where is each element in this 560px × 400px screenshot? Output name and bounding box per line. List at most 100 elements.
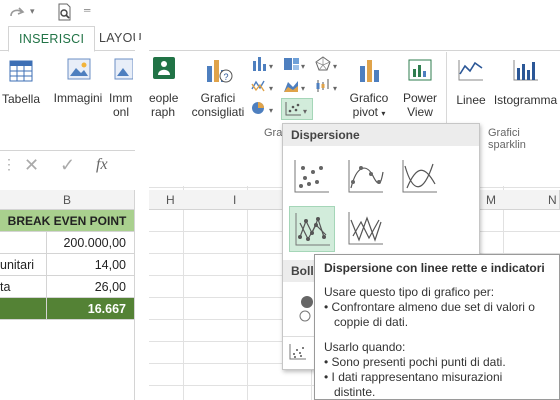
power-view-label-1: Power	[402, 91, 437, 105]
scatter-straight-option[interactable]	[343, 206, 389, 252]
scatter-straight-markers-icon	[295, 213, 330, 246]
formula-bar: ⋮ ✕ ✓ fx	[0, 150, 135, 186]
table-row-label[interactable]	[0, 232, 47, 254]
svg-text:▾: ▾	[269, 62, 273, 71]
scatter-smooth-markers-icon	[348, 160, 384, 193]
chart-tooltip: Dispersione con linee rette e indicatori…	[314, 254, 560, 400]
hierarchy-chart-icon[interactable]: ▾	[282, 55, 308, 73]
area-chart-icon[interactable]: ▾	[282, 77, 308, 95]
redo-dropdown-icon[interactable]: ▾	[30, 6, 35, 17]
immagini-online-button[interactable]: Imm onl	[107, 56, 135, 126]
svg-text:▾: ▾	[333, 62, 337, 71]
svg-text:▾: ▾	[301, 84, 305, 93]
formula-bar-separator-icon: ⋮	[2, 156, 16, 172]
immagini-label: Immagini	[53, 91, 103, 105]
tooltip-bullet-2: • Sono presenti pochi punti di dati.	[324, 355, 506, 369]
cancel-formula-icon[interactable]: ✕	[24, 155, 39, 176]
grafico-pivot-label-1: Grafico	[349, 91, 389, 105]
svg-text:▾: ▾	[303, 107, 307, 116]
table-icon	[9, 60, 33, 82]
line-chart-icon[interactable]: ▾	[250, 77, 276, 95]
sparkline-line-icon	[458, 60, 483, 81]
sparkline-column-icon	[513, 60, 538, 81]
svg-text:▾: ▾	[269, 106, 273, 115]
total-row-label[interactable]	[0, 298, 47, 320]
svg-text:▾: ▾	[269, 84, 273, 93]
tooltip-when: Usarlo quando:	[324, 340, 406, 354]
power-view-icon	[408, 59, 432, 81]
people-graph-label-2: raph	[151, 105, 176, 119]
column-header-h[interactable]: H	[166, 193, 175, 207]
grafico-pivot-button[interactable]: Grafico pivot ▾	[346, 56, 392, 126]
print-preview-icon[interactable]	[56, 3, 74, 21]
tooltip-bullet-1-cont: coppie di dati.	[334, 315, 409, 329]
table-row-label[interactable]: ta	[0, 276, 47, 298]
tooltip-bullet-3-cont: distinte.	[334, 385, 376, 399]
power-view-button[interactable]: Power View	[398, 56, 442, 126]
scatter-smooth-icon	[402, 160, 437, 193]
tabella-label: Tabella	[1, 92, 41, 106]
grafici-consigliati-button[interactable]: ? Grafici consigliati	[188, 56, 248, 126]
tooltip-bullet-3: • I dati rappresentano misurazioni	[324, 370, 503, 384]
redo-icon[interactable]	[8, 5, 26, 19]
linee-label: Linee	[456, 93, 486, 107]
confirm-formula-icon[interactable]: ✓	[60, 155, 75, 176]
power-view-label-2: View	[407, 105, 433, 119]
insert-function-icon[interactable]: fx	[96, 156, 108, 174]
people-graph-label-1: eople	[149, 91, 179, 105]
scatter-option[interactable]	[289, 154, 335, 200]
column-header-b[interactable]: B	[0, 190, 135, 210]
pivot-dropdown-icon: ▾	[381, 109, 386, 118]
quick-access-toolbar: ▾ ═	[0, 0, 560, 26]
customize-qat-icon[interactable]: ═	[84, 5, 90, 15]
table-row-value[interactable]: 14,00	[47, 254, 135, 276]
scatter-straight-markers-option[interactable]	[289, 206, 335, 252]
stock-chart-icon[interactable]: ▾	[314, 77, 340, 95]
gallery-title: Dispersione	[283, 124, 479, 146]
tooltip-intro: Usare questo tipo di grafico per:	[324, 285, 495, 299]
table-row-label[interactable]: unitari	[0, 254, 47, 276]
ribbon-tabs: INSERISCI LAYOU	[0, 26, 560, 52]
group-label-sparkline: Grafici sparklin	[488, 127, 526, 151]
scatter-smooth-option[interactable]	[397, 154, 443, 200]
column-header-i[interactable]: I	[233, 193, 236, 207]
scatter-smooth-markers-option[interactable]	[343, 154, 389, 200]
bubble-section-title: Boll	[291, 264, 314, 278]
empty-row[interactable]	[0, 320, 135, 400]
table-row-value[interactable]: 26,00	[47, 276, 135, 298]
immagini-online-label-2: onl	[113, 105, 130, 119]
svg-text:▾: ▾	[301, 62, 305, 71]
break-even-header-cell[interactable]: BREAK EVEN POINT	[0, 210, 135, 232]
tooltip-title: Dispersione con linee rette e indicatori	[324, 261, 545, 275]
scatter-chart-icon: ▾	[285, 102, 307, 116]
people-graph-button[interactable]: eople raph	[149, 56, 179, 126]
recommended-charts-icon: ?	[207, 60, 233, 83]
online-picture-icon	[114, 58, 133, 80]
picture-icon	[67, 58, 91, 80]
pivot-chart-icon	[360, 60, 379, 82]
group-label-grafici: Gra	[264, 127, 283, 139]
immagini-button[interactable]: Immagini	[50, 56, 106, 126]
grafici-consigliati-label-2: consigliati	[191, 105, 245, 119]
scatter-straight-icon	[348, 212, 383, 245]
table-row-value[interactable]: 200.000,00	[47, 232, 135, 254]
tooltip-bullet-1: • Confrontare almeno due set di valori o	[324, 300, 535, 314]
people-graph-icon	[153, 57, 175, 79]
sparkline-linee-button[interactable]: Linee	[452, 56, 490, 126]
pie-chart-icon[interactable]: ▾	[250, 99, 276, 117]
grafico-pivot-label-2: pivot	[352, 105, 378, 119]
grafici-consigliati-label-1: Grafici	[200, 91, 236, 105]
immagini-online-label-1: Imm	[109, 91, 133, 105]
svg-text:▾: ▾	[333, 84, 337, 93]
radar-chart-icon[interactable]: ▾	[314, 55, 340, 73]
column-header-n[interactable]: N	[548, 193, 557, 207]
istogramma-label: Istogramma	[493, 93, 558, 107]
sparkline-istogramma-button[interactable]: Istogramma	[491, 56, 560, 126]
more-scatter-charts-icon[interactable]	[287, 342, 309, 362]
tabella-button[interactable]: Tabella	[0, 56, 42, 126]
total-row-value[interactable]: 16.667	[47, 298, 135, 320]
tab-inserisci[interactable]: INSERISCI	[8, 26, 96, 52]
column-chart-icon[interactable]: ▾	[250, 55, 276, 73]
window-gap	[135, 40, 149, 400]
column-header-m[interactable]: M	[486, 193, 496, 207]
